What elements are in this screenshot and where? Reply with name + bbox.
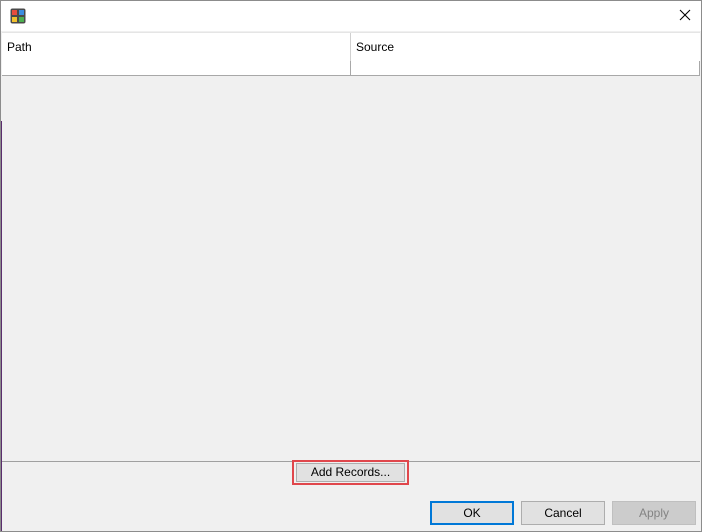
cancel-button[interactable]: Cancel: [521, 501, 605, 525]
close-icon: [679, 9, 691, 24]
table-row[interactable]: [2, 61, 700, 76]
apply-button[interactable]: Apply: [612, 501, 696, 525]
app-icon: [10, 8, 26, 24]
column-header-source[interactable]: Source: [351, 33, 700, 61]
records-table[interactable]: Path Source: [2, 32, 700, 462]
table-header: Path Source: [2, 32, 700, 62]
close-button[interactable]: [669, 1, 701, 31]
add-records-button[interactable]: Add Records...: [296, 463, 405, 482]
title-bar: [1, 1, 701, 31]
ok-button[interactable]: OK: [430, 501, 514, 525]
column-header-path[interactable]: Path: [2, 33, 351, 61]
add-records-highlight: Add Records...: [292, 460, 409, 485]
table-cell-path[interactable]: [2, 61, 351, 75]
dialog-window: Path Source Add Records... OK Cancel App…: [0, 0, 702, 532]
table-cell-source[interactable]: [351, 61, 700, 75]
